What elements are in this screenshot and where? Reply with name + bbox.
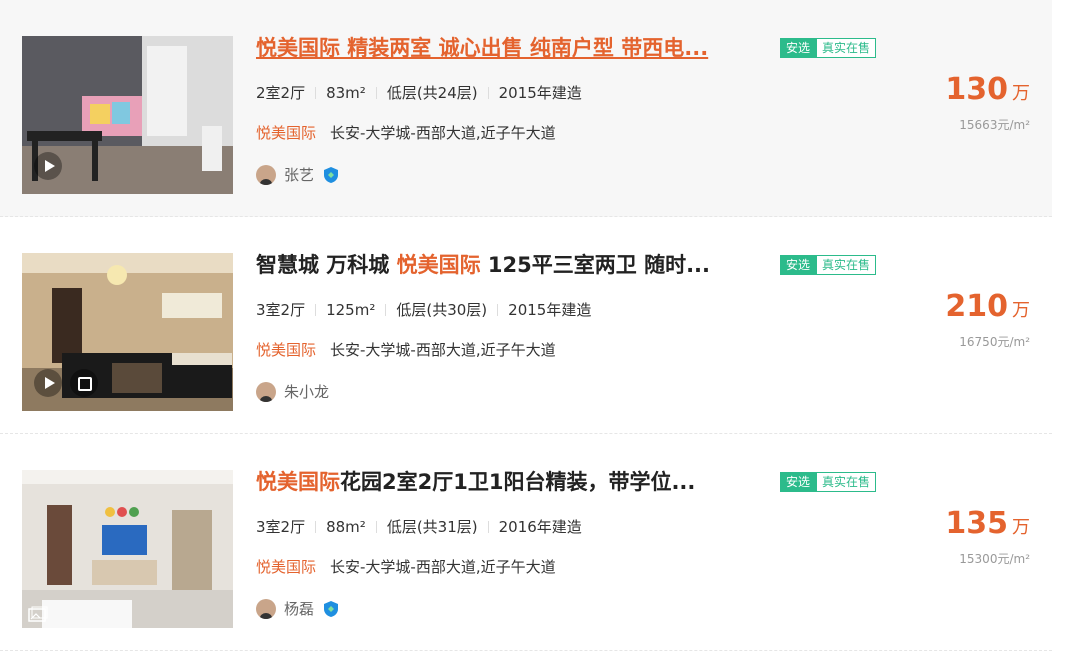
house-year: 2016年建造 xyxy=(498,518,582,536)
agent-avatar xyxy=(256,381,276,402)
house-rooms: 2室2厅 xyxy=(256,84,306,102)
house-rooms: 3室2厅 xyxy=(256,301,306,319)
listing-list: 悦美国际 精装两室 诚心出售 纯南户型 带西电... 安选 真实在售 2室2厅 … xyxy=(0,0,1052,651)
title-keyword: 悦美国际 xyxy=(256,470,340,494)
house-location: 悦美国际 长安-大学城-西部大道,近子午大道 xyxy=(256,556,556,577)
divider xyxy=(315,520,317,533)
title-text: 花园2室2厅1卫1阳台精装，带学位... xyxy=(340,470,696,494)
divider xyxy=(315,86,317,99)
house-floor: 低层(共30层) xyxy=(396,301,488,319)
total-price: 135 万 xyxy=(945,506,1030,541)
agent-name: 朱小龙 xyxy=(284,383,330,401)
house-info: 3室2厅 88m² 低层(共31层) 2016年建造 xyxy=(256,516,582,537)
listing-tags: 安选 真实在售 xyxy=(780,472,877,492)
agent-info[interactable]: 张艺 xyxy=(256,164,339,185)
divider xyxy=(375,86,377,99)
verified-sale-tag: 真实在售 xyxy=(816,38,877,58)
listing-title[interactable]: 悦美国际花园2室2厅1卫1阳台精装，带学位... xyxy=(256,466,756,496)
price-value: 130 xyxy=(945,72,1008,107)
divider xyxy=(487,86,489,99)
video-play-icon[interactable] xyxy=(34,369,62,397)
agent-name: 杨磊 xyxy=(284,600,315,618)
anxuan-tag: 安选 xyxy=(780,38,817,58)
total-price: 130 万 xyxy=(945,72,1030,107)
divider xyxy=(487,520,489,533)
location-text: 长安-大学城-西部大道,近子午大道 xyxy=(330,558,556,576)
location-text: 长安-大学城-西部大道,近子午大道 xyxy=(330,124,556,142)
video-play-icon[interactable] xyxy=(34,152,62,180)
total-price: 210 万 xyxy=(945,289,1030,324)
house-year: 2015年建造 xyxy=(508,301,592,319)
shield-icon xyxy=(324,166,339,183)
verified-sale-tag: 真实在售 xyxy=(816,472,877,492)
unit-price: 16750元/m² xyxy=(959,335,1030,349)
house-floor: 低层(共31层) xyxy=(386,518,478,536)
agent-avatar xyxy=(256,598,276,619)
listing-card[interactable]: 智慧城 万科城 悦美国际 125平三室两卫 随时... 安选 真实在售 3室2厅… xyxy=(0,217,1052,434)
title-text: 125平三室两卫 随时... xyxy=(480,253,711,277)
agent-name: 张艺 xyxy=(284,166,315,184)
title-text: 智慧城 万科城 xyxy=(256,253,397,277)
house-area: 125m² xyxy=(326,300,376,319)
listing-title[interactable]: 悦美国际 精装两室 诚心出售 纯南户型 带西电... xyxy=(256,32,756,62)
house-info: 3室2厅 125m² 低层(共30层) 2015年建造 xyxy=(256,299,591,320)
title-keyword: 悦美国际 xyxy=(396,253,481,277)
house-area: 88m² xyxy=(326,517,366,536)
listing-photo-image xyxy=(22,470,233,628)
house-area: 83m² xyxy=(326,83,366,102)
listing-tags: 安选 真实在售 xyxy=(780,38,877,58)
price-unit: 万 xyxy=(1012,300,1030,321)
image-gallery-icon[interactable] xyxy=(28,606,48,622)
verified-sale-tag: 真实在售 xyxy=(816,255,877,275)
listing-tags: 安选 真实在售 xyxy=(780,255,877,275)
title-keyword: 悦美国际 xyxy=(256,36,340,60)
community-link[interactable]: 悦美国际 xyxy=(256,339,316,360)
listing-card[interactable]: 悦美国际 精装两室 诚心出售 纯南户型 带西电... 安选 真实在售 2室2厅 … xyxy=(0,0,1052,217)
divider xyxy=(315,303,317,316)
listing-title[interactable]: 智慧城 万科城 悦美国际 125平三室两卫 随时... xyxy=(256,249,756,279)
unit-price: 15663元/m² xyxy=(959,118,1030,132)
house-info: 2室2厅 83m² 低层(共24层) 2015年建造 xyxy=(256,82,582,103)
price-unit: 万 xyxy=(1012,83,1030,104)
community-link[interactable]: 悦美国际 xyxy=(256,556,316,577)
price-value: 210 xyxy=(945,289,1008,324)
agent-info[interactable]: 杨磊 xyxy=(256,598,339,619)
anxuan-tag: 安选 xyxy=(780,472,817,492)
divider xyxy=(497,303,499,316)
agent-avatar xyxy=(256,164,276,185)
listing-card[interactable]: 悦美国际花园2室2厅1卫1阳台精装，带学位... 安选 真实在售 3室2厅 88… xyxy=(0,434,1052,651)
divider xyxy=(375,520,377,533)
unit-price: 15300元/m² xyxy=(959,552,1030,566)
divider xyxy=(385,303,387,316)
listing-photo[interactable] xyxy=(22,470,233,628)
listing-photo[interactable] xyxy=(22,36,233,194)
house-location: 悦美国际 长安-大学城-西部大道,近子午大道 xyxy=(256,122,556,143)
price-value: 135 xyxy=(945,506,1008,541)
house-location: 悦美国际 长安-大学城-西部大道,近子午大道 xyxy=(256,339,556,360)
community-link[interactable]: 悦美国际 xyxy=(256,122,316,143)
listing-photo[interactable] xyxy=(22,253,233,411)
location-text: 长安-大学城-西部大道,近子午大道 xyxy=(330,341,556,359)
house-floor: 低层(共24层) xyxy=(386,84,478,102)
anxuan-tag: 安选 xyxy=(780,255,817,275)
house-year: 2015年建造 xyxy=(498,84,582,102)
agent-info[interactable]: 朱小龙 xyxy=(256,381,329,402)
vr-tour-icon[interactable] xyxy=(70,369,98,397)
house-rooms: 3室2厅 xyxy=(256,518,306,536)
price-unit: 万 xyxy=(1012,517,1030,538)
title-text: 精装两室 诚心出售 纯南户型 带西电... xyxy=(340,36,709,60)
shield-icon xyxy=(324,600,339,617)
